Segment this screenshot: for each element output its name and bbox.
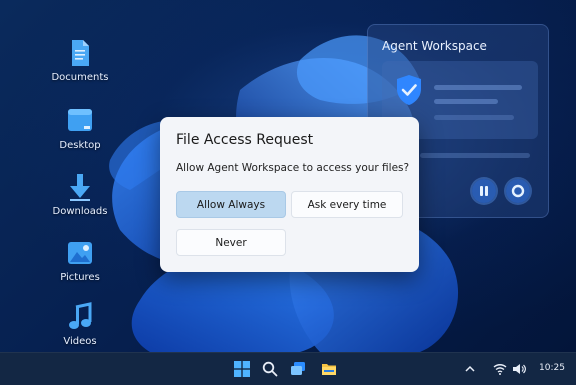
task-view-icon[interactable]	[290, 361, 306, 377]
pause-icon	[480, 186, 488, 196]
music-note-icon	[69, 302, 92, 329]
desktop-icon-downloads[interactable]: Downloads	[48, 172, 112, 217]
shield-check-icon	[397, 75, 421, 105]
dialog-message: Allow Agent Workspace to access your fil…	[176, 162, 410, 174]
clock-time[interactable]: 10:25	[539, 363, 565, 373]
desktop-icon-label: Videos	[63, 336, 97, 347]
agent-status-line	[434, 115, 514, 120]
allow-always-button[interactable]: Allow Always	[176, 191, 286, 218]
desktop-icon-videos[interactable]: Videos	[48, 302, 112, 347]
desktop-icon-label: Pictures	[60, 272, 100, 283]
desktop-icon	[68, 109, 92, 131]
stop-button[interactable]	[506, 179, 530, 203]
desktop: Documents Desktop Downloads Pictures Vid…	[0, 0, 576, 352]
desktop-icon-label: Desktop	[59, 140, 101, 151]
dialog-title: File Access Request	[176, 132, 314, 148]
search-icon[interactable]	[262, 361, 278, 377]
volume-icon[interactable]	[511, 361, 527, 377]
desktop-icon-label: Downloads	[52, 206, 108, 217]
agent-detail-line	[420, 153, 530, 158]
file-explorer-icon[interactable]	[321, 361, 337, 377]
file-access-dialog: File Access Request Allow Agent Workspac…	[160, 117, 419, 272]
picture-icon	[68, 242, 92, 264]
desktop-icon-label: Documents	[51, 72, 109, 83]
ask-every-time-button[interactable]: Ask every time	[291, 191, 403, 218]
pause-button[interactable]	[472, 179, 496, 203]
agent-panel-title: Agent Workspace	[382, 39, 487, 53]
start-icon[interactable]	[234, 361, 250, 377]
never-button[interactable]: Never	[176, 229, 286, 256]
document-icon	[72, 40, 89, 66]
desktop-icon-documents[interactable]: Documents	[48, 38, 112, 83]
taskbar: 10:25	[0, 352, 576, 385]
chevron-up-icon[interactable]	[462, 361, 478, 377]
agent-status-line	[434, 99, 498, 104]
desktop-icon-desktop[interactable]: Desktop	[48, 106, 112, 151]
desktop-icon-pictures[interactable]: Pictures	[48, 238, 112, 283]
download-arrow-icon	[70, 174, 90, 201]
wifi-icon[interactable]	[492, 361, 508, 377]
agent-status-line	[434, 85, 522, 90]
stop-icon	[511, 184, 525, 198]
